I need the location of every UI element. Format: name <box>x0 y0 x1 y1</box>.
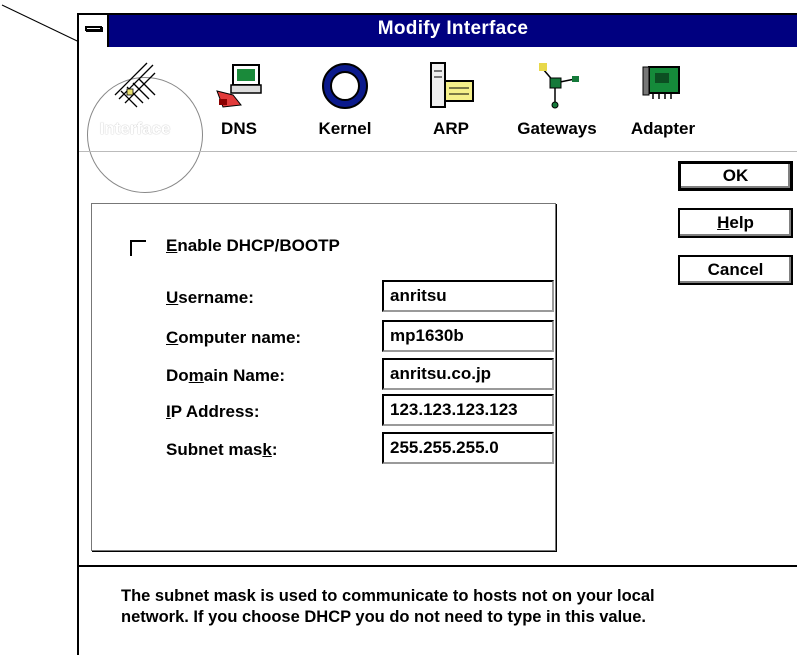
modify-interface-dialog: Modify Interface Interface DNS Kernel AR… <box>77 13 797 655</box>
ip-address-label: IP Address: <box>166 402 260 421</box>
help-button[interactable]: Help <box>678 208 793 238</box>
ok-button[interactable]: OK <box>678 161 793 191</box>
tool-kernel[interactable]: Kernel <box>295 57 395 149</box>
dhcp-checkbox[interactable] <box>130 240 146 256</box>
domain-name-field[interactable]: anritsu.co.jp <box>382 358 554 390</box>
system-menu-button[interactable] <box>79 15 109 47</box>
window-title: Modify Interface <box>377 18 529 39</box>
subnet-mask-label: Subnet mask: <box>166 440 278 459</box>
computer-name-field[interactable]: mp1630b <box>382 320 554 352</box>
tool-dns[interactable]: DNS <box>189 57 289 149</box>
tool-label: Gateways <box>517 119 597 138</box>
tool-adapter[interactable]: Adapter <box>613 57 713 149</box>
domain-name-label: Domain Name: <box>166 366 286 385</box>
help-text: The subnet mask is used to communicate t… <box>121 586 781 628</box>
status-divider <box>79 565 797 567</box>
dhcp-checkbox-label[interactable]: Enable DHCP/BOOTP <box>166 236 340 256</box>
help-mnemonic: H <box>717 213 730 232</box>
tool-label: ARP <box>433 119 469 138</box>
computer-name-label: Computer name: <box>166 328 302 347</box>
toolbar-divider <box>79 151 797 152</box>
interface-settings-group: Enable DHCP/BOOTP Username: anritsu Comp… <box>91 203 556 551</box>
dhcp-label-rest: nable DHCP/BOOTP <box>177 236 340 255</box>
help-text-line: network. If you choose DHCP you do not n… <box>121 608 647 626</box>
adapter-icon <box>642 66 680 99</box>
kernel-icon <box>322 63 368 109</box>
title-bar[interactable]: Modify Interface <box>79 15 797 47</box>
username-label: Username: <box>166 288 254 307</box>
toolbar: Interface DNS Kernel ARP Gateways Adapte… <box>79 49 797 193</box>
tool-arp[interactable]: ARP <box>401 57 501 149</box>
dns-icon <box>216 64 262 108</box>
tool-label: Kernel <box>318 119 372 138</box>
help-label-post: elp <box>729 213 754 232</box>
tool-interface[interactable]: Interface <box>85 57 185 149</box>
tool-label: DNS <box>221 119 257 138</box>
dhcp-mnemonic: E <box>166 236 178 255</box>
cancel-button[interactable]: Cancel <box>678 255 793 285</box>
ip-address-field[interactable]: 123.123.123.123 <box>382 394 554 426</box>
system-menu-icon <box>85 26 102 31</box>
tool-label: Interface <box>99 119 171 138</box>
tool-label: Adapter <box>630 119 696 138</box>
gateways-icon <box>539 63 579 109</box>
tool-gateways[interactable]: Gateways <box>507 57 607 149</box>
username-field[interactable]: anritsu <box>382 280 554 312</box>
arp-icon <box>430 62 474 108</box>
subnet-mask-field[interactable]: 255.255.255.0 <box>382 432 554 464</box>
help-text-line: The subnet mask is used to communicate t… <box>121 587 655 605</box>
interface-icon <box>114 62 156 108</box>
